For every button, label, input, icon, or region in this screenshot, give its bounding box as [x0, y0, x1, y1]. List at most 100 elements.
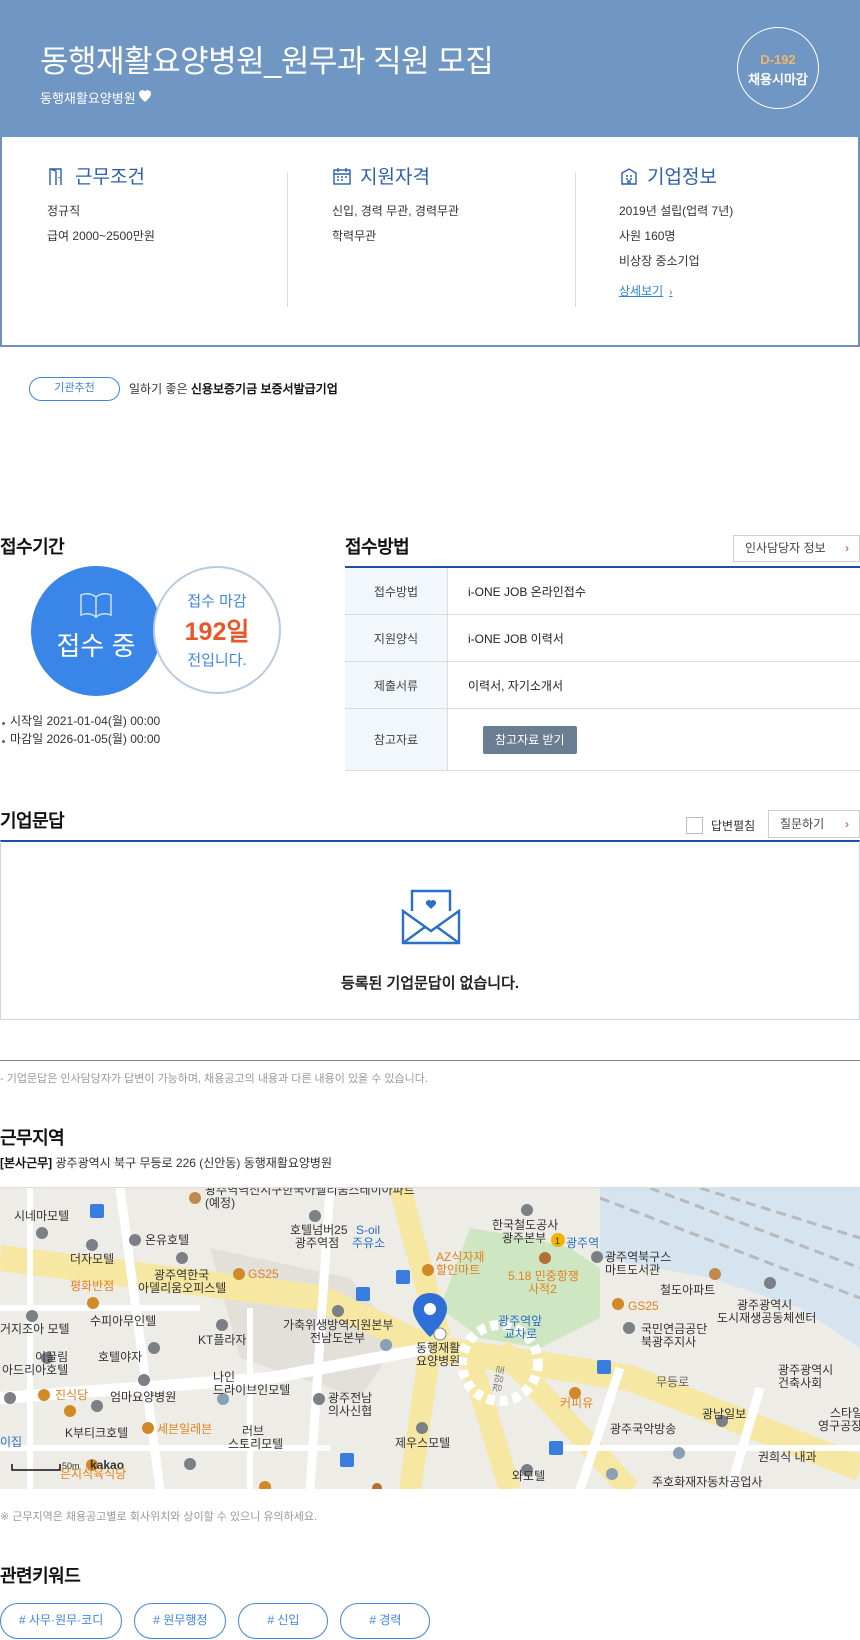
hr-contact-label: 인사담당자 정보 — [745, 541, 826, 555]
map-label: 드라이브인모텔 — [213, 1383, 290, 1397]
keywords-title: 관련키워드 — [0, 1566, 81, 1586]
table-row: 제출서류 이력서, 자기소개서 — [345, 662, 860, 709]
map-label: 아드리아호텔 — [2, 1363, 68, 1377]
company-info-title: 기업정보 — [619, 162, 733, 189]
ask-question-button[interactable]: 질문하기 › — [768, 810, 860, 838]
work-conditions: 근무조건 정규직 급여 2000~2500만원 — [47, 162, 155, 249]
map-label: 한국철도공사 — [492, 1218, 558, 1232]
keyword-tag[interactable]: # 원무행정 — [134, 1603, 227, 1639]
book-icon — [80, 592, 112, 619]
map-label: 사적2 — [528, 1282, 557, 1296]
qualifications: 지원자격 신입, 경력 무관, 경력무관 학력무관 — [332, 162, 459, 249]
company-name[interactable]: 동행재활요양병원 — [40, 88, 136, 107]
location-title: 근무지역 — [0, 1128, 65, 1148]
deadline-type: 채용시마감 — [748, 72, 808, 87]
company-type: 비상장 중소기업 — [619, 254, 700, 268]
map-label: 이끌림 — [35, 1350, 68, 1364]
company-detail-link[interactable]: 상세보기 › — [619, 282, 673, 299]
experience-requirement: 신입, 경력 무관, 경력무관 — [332, 204, 460, 218]
map-label: GS25 — [628, 1299, 659, 1313]
heart-icon[interactable] — [136, 86, 154, 104]
map-label: 광주광역시 — [737, 1298, 792, 1312]
map-label: 세븐일레븐 — [157, 1422, 212, 1436]
expand-answers-checkbox[interactable] — [686, 817, 703, 834]
company-info: 기업정보 2019년 설립(업력 7년) 사원 160명 비상장 중소기업 상세… — [619, 162, 733, 300]
map-label: 나인 — [213, 1370, 235, 1384]
recommend-highlight: 신용보증기금 보증서발급기업 — [190, 382, 338, 396]
map-label: 광주역 — [566, 1236, 599, 1250]
keyword-tag[interactable]: # 사무·원무·코디 — [0, 1603, 123, 1639]
map-canvas[interactable]: 1 광주역역신시구한국아델리움스테이아파트 (예정) 시네마모텔 온유호텔 더자… — [0, 1188, 860, 1489]
education-requirement: 학력무관 — [332, 229, 377, 243]
map-label: 제우스모텔 — [395, 1436, 450, 1450]
map-label: 스토리모텔 — [228, 1437, 283, 1451]
expand-answers-label: 답변펼침 — [711, 819, 756, 833]
map-view[interactable]: 1 광주역역신시구한국아델리움스테이아파트 (예정) 시네마모텔 온유호텔 더자… — [0, 1187, 860, 1489]
status-circle: 접수 중 — [31, 566, 161, 696]
map-label: 온유호텔 — [145, 1233, 189, 1247]
end-date: 마감일 2026-01-05(월) 00:00 — [0, 730, 160, 748]
job-header: 동행재활요양병원_원무과 직원 모집 동행재활요양병원 D-192 채용시마감 — [0, 0, 860, 137]
keyword-tag[interactable]: # 경력 — [340, 1603, 431, 1639]
map-label: 아델리움오피스텔 — [138, 1281, 226, 1295]
work-conditions-label: 근무조건 — [75, 167, 145, 188]
hr-contact-button[interactable]: 인사담당자 정보 › — [733, 535, 860, 562]
chevron-right-icon: › — [845, 541, 849, 555]
map-label: 러브 — [242, 1424, 264, 1438]
qa-empty-message: 등록된 기업문답이 없습니다. — [340, 975, 520, 992]
qualifications-label: 지원자격 — [360, 167, 430, 188]
map-label: 권희식 내과 — [758, 1450, 817, 1464]
location-note: ※ 근무지역은 채용공고별로 회사위치와 상이할 수 있으니 유의하세요. — [0, 1511, 318, 1523]
map-label: 의사신협 — [328, 1404, 372, 1418]
employee-count: 사원 160명 — [619, 229, 676, 243]
map-label: K부티크호텔 — [65, 1426, 128, 1440]
map-label: 영구공장 — [818, 1419, 860, 1433]
map-label: 무등로 — [656, 1375, 689, 1389]
recommend-badge: 기관추천 — [29, 377, 120, 401]
qualifications-title: 지원자격 — [332, 162, 459, 189]
keyword-tag[interactable]: # 신입 — [238, 1603, 329, 1639]
row-head: 접수방법 — [345, 568, 448, 614]
map-label: 은지식육식당 — [60, 1467, 126, 1481]
remaining-days: 192일 — [184, 618, 250, 646]
address-text: 광주광역시 북구 무등로 226 (신안동) 동행재활요양병원 — [52, 1156, 333, 1170]
ask-question-label: 질문하기 — [780, 817, 825, 831]
map-label: 5.18 민중항쟁 — [508, 1269, 579, 1283]
map-label: 광주본부 — [502, 1231, 546, 1245]
map-label: 시네마모텔 — [14, 1209, 69, 1223]
map-label: 광주국악방송 — [610, 1422, 676, 1436]
envelope-icon — [401, 889, 461, 945]
map-label: 광주역한국 — [154, 1268, 209, 1282]
table-row: 참고자료 참고자료 받기 — [345, 709, 860, 771]
map-label: 커피유 — [560, 1396, 593, 1410]
map-label: 엄마요양병원 — [110, 1390, 176, 1404]
download-reference-button[interactable]: 참고자료 받기 — [483, 725, 577, 754]
row-value: i-ONE JOB 온라인접수 — [468, 584, 586, 599]
table-row: 지원양식 i-ONE JOB 이력서 — [345, 615, 860, 662]
map-label: 교차로 — [504, 1327, 537, 1341]
map-label: 동행재활 — [416, 1340, 460, 1355]
qa-note: - 기업문답은 인사담당자가 답변이 가능하며, 채용공고의 내용과 다른 내용… — [0, 1073, 428, 1085]
chevron-right-icon: › — [845, 817, 849, 831]
qa-title: 기업문답 — [0, 811, 65, 831]
job-summary: 근무조건 정규직 급여 2000~2500만원 지원자격 신입, 경력 무관, … — [0, 137, 860, 347]
company-info-label: 기업정보 — [647, 167, 717, 188]
recommend-text: 일하기 좋은 신용보증기금 보증서발급기업 — [129, 380, 338, 397]
dday-count: D-192 — [760, 52, 796, 67]
building-icon — [621, 167, 637, 185]
map-label: 철도아파트 — [660, 1283, 715, 1297]
chevron-right-icon: › — [669, 287, 673, 298]
table-row: 접수방법 i-ONE JOB 온라인접수 — [345, 568, 860, 615]
row-head: 제출서류 — [345, 662, 448, 708]
map-label: 북광주지사 — [641, 1335, 696, 1349]
map-label: 국민연금공단 — [641, 1322, 707, 1336]
map-label: 도시재생공동체센터 — [717, 1311, 816, 1325]
map-label: 수피아무인텔 — [90, 1314, 156, 1328]
recommend-prefix: 일하기 좋은 — [129, 382, 191, 396]
door-icon — [49, 167, 62, 185]
founded-year: 2019년 설립(업력 7년) — [619, 204, 734, 218]
map-label: S-oil — [356, 1223, 380, 1237]
map-label: 주유소 — [352, 1236, 385, 1250]
map-label: 광주역앞 — [498, 1314, 542, 1328]
map-label: (예정) — [205, 1196, 235, 1210]
